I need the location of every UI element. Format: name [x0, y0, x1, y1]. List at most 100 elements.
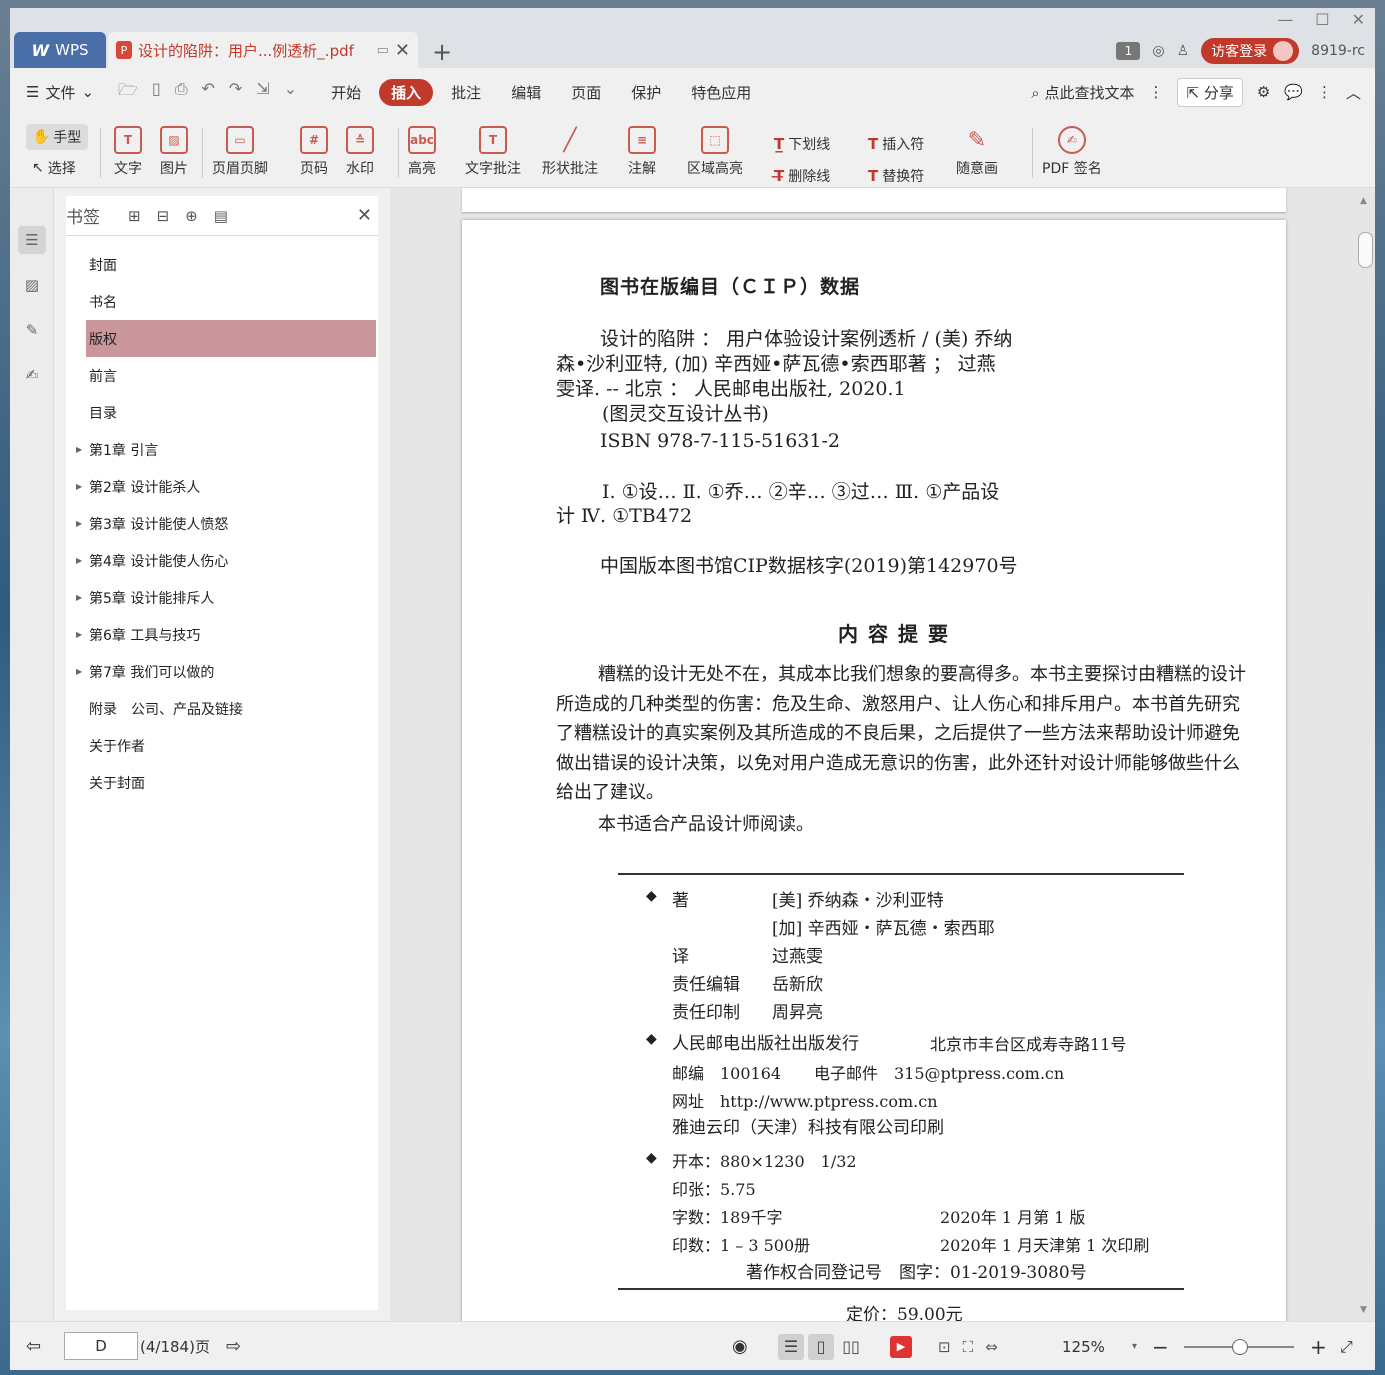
bookmark-item[interactable]: 书名 [66, 283, 378, 320]
expand-triangle-icon[interactable]: ▶ [76, 482, 82, 491]
scroll-down-icon[interactable]: ▼ [1360, 1305, 1367, 1315]
shape-annotation-button[interactable]: ╱ 形状批注 [542, 126, 598, 178]
insert-text-button[interactable]: T 文字 [114, 126, 142, 178]
bookmark-panel-icon[interactable]: ☰ [18, 226, 46, 254]
bookmark-item[interactable]: 目录 [66, 394, 378, 431]
header-footer-button[interactable]: ▭ 页眉页脚 [212, 126, 268, 178]
tab-page[interactable]: 页面 [559, 79, 613, 106]
fit-page-icon[interactable]: ⛶ [963, 1338, 974, 1356]
watermark-button[interactable]: ≙ 水印 [346, 126, 374, 178]
zoom-value[interactable]: 125% [1062, 1322, 1105, 1370]
next-page-icon[interactable]: ⇨ [226, 1322, 241, 1370]
bookmark-item[interactable]: 关于封面 [66, 764, 378, 801]
bookmark-item[interactable]: ▶ 第7章 我们可以做的 [66, 653, 378, 690]
redo-icon[interactable]: ↷ [229, 79, 242, 106]
area-highlight-button[interactable]: ⬚ 区域高亮 [687, 126, 743, 178]
zoom-out-icon[interactable]: − [1152, 1322, 1169, 1370]
scroll-up-icon[interactable]: ▲ [1360, 196, 1367, 206]
comment-icon[interactable]: 💬 [1284, 83, 1303, 101]
new-tab-button[interactable]: + [432, 38, 452, 66]
find-text-button[interactable]: ⌕ 点此查找文本 [1031, 82, 1134, 103]
window-mode-icon[interactable]: ▭ [377, 43, 389, 58]
highlight-button[interactable]: abc 高亮 [408, 126, 436, 178]
expand-triangle-icon[interactable]: ▶ [76, 593, 82, 602]
more-menu-icon[interactable]: ⋮ [1317, 83, 1332, 101]
document-viewport[interactable]: 图书在版编目（ＣＩＰ）数据 设计的陷阱 ： 用户体验设计案例透析 / (美) 乔… [390, 188, 1375, 1321]
close-window-icon[interactable]: ✕ [1352, 10, 1365, 29]
undo-icon[interactable]: ↶ [202, 79, 215, 106]
save-icon[interactable]: ▯ [152, 79, 161, 106]
export-icon[interactable]: ⇲ [256, 79, 269, 106]
close-panel-icon[interactable]: ✕ [357, 205, 372, 226]
tab-edit[interactable]: 编辑 [499, 79, 553, 106]
fullscreen-icon[interactable]: ⤢ [1340, 1322, 1353, 1370]
select-tool-button[interactable]: ↖ 选择 [32, 158, 76, 178]
tab-annotate[interactable]: 批注 [439, 79, 493, 106]
bookmark-options-icon[interactable]: ▤ [214, 207, 228, 225]
bookmark-item[interactable]: 前言 [66, 357, 378, 394]
add-bookmark-icon[interactable]: ⊕ [185, 207, 198, 225]
bookmark-item[interactable]: ▶ 第4章 设计能使人伤心 [66, 542, 378, 579]
tab-document[interactable]: P 设计的陷阱：用户...例透析_.pdf ▭ ✕ [108, 32, 418, 68]
underline-button[interactable]: T̲ 下划线 [774, 134, 830, 154]
window-count-badge[interactable]: 1 [1116, 42, 1141, 60]
insert-mark-button[interactable]: T 插入符 [868, 134, 924, 154]
bookmark-item[interactable]: ▶ 第1章 引言 [66, 431, 378, 468]
tab-start[interactable]: 开始 [319, 79, 373, 106]
share-button[interactable]: ⇱ 分享 [1177, 77, 1243, 107]
collapse-all-icon[interactable]: ⊟ [157, 207, 170, 225]
page-number-input[interactable]: D [64, 1332, 138, 1360]
zoom-slider-knob[interactable] [1232, 1339, 1248, 1355]
bookmark-item[interactable]: ▶ 第3章 设计能使人愤怒 [66, 505, 378, 542]
single-page-view-icon[interactable]: ▯ [808, 1333, 834, 1360]
shirt-icon[interactable]: ♙ [1177, 43, 1190, 59]
more-vertical-icon[interactable]: ⋮ [1148, 83, 1163, 101]
hand-tool-button[interactable]: ✋ 手型 [26, 124, 88, 150]
open-folder-icon[interactable]: 🗁 [118, 79, 138, 106]
maximize-icon[interactable]: ☐ [1315, 10, 1329, 29]
expand-triangle-icon[interactable]: ▶ [76, 519, 82, 528]
bookmark-item[interactable]: 版权 [86, 320, 376, 357]
more-chevron-icon[interactable]: ⌄ [284, 79, 297, 106]
actual-size-icon[interactable]: ⊡ [938, 1338, 951, 1356]
login-button[interactable]: 访客登录 [1201, 38, 1300, 64]
bookmark-item[interactable]: ▶ 第2章 设计能杀人 [66, 468, 378, 505]
close-tab-icon[interactable]: ✕ [395, 40, 410, 61]
bookmark-item[interactable]: ▶ 第5章 设计能排斥人 [66, 579, 378, 616]
text-annotation-button[interactable]: T 文字批注 [465, 126, 521, 178]
expand-triangle-icon[interactable]: ▶ [76, 630, 82, 639]
eye-protection-icon[interactable]: ◉ [732, 1322, 748, 1370]
note-button[interactable]: ≡ 注解 [628, 126, 656, 178]
insert-image-button[interactable]: ▨ 图片 [160, 126, 188, 178]
pdf-sign-button[interactable]: ✍ PDF 签名 [1042, 126, 1102, 178]
slideshow-button[interactable]: ▶ [890, 1322, 912, 1370]
settings-gear-icon[interactable]: ⚙ [1257, 83, 1270, 101]
expand-all-icon[interactable]: ⊞ [128, 207, 141, 225]
vertical-scrollbar[interactable]: ▲ ▼ [1355, 188, 1375, 1321]
continuous-view-icon[interactable]: ☰ [778, 1333, 804, 1360]
annotation-panel-icon[interactable]: ✎ [18, 316, 46, 344]
tab-protect[interactable]: 保护 [619, 79, 673, 106]
page-number-button[interactable]: # 页码 [300, 126, 328, 178]
fit-width-icon[interactable]: ⇔ [985, 1338, 998, 1356]
scrollbar-thumb[interactable] [1358, 232, 1373, 268]
bookmark-item[interactable]: 封面 [66, 246, 378, 283]
freehand-button[interactable]: ✎ 随意画 [956, 126, 998, 178]
minimize-icon[interactable]: — [1277, 10, 1293, 29]
tab-wps-home[interactable]: W WPS [14, 32, 106, 68]
tab-insert[interactable]: 插入 [379, 78, 434, 106]
file-menu[interactable]: ☰ 文件 ⌄ [26, 82, 94, 103]
skin-icon[interactable]: ◎ [1152, 43, 1164, 59]
print-icon[interactable]: ⎙ [175, 79, 188, 106]
bookmark-item[interactable]: 关于作者 [66, 727, 378, 764]
zoom-dropdown-icon[interactable]: ▾ [1132, 1322, 1137, 1370]
expand-triangle-icon[interactable]: ▶ [76, 445, 82, 454]
replace-mark-button[interactable]: T 替换符 [868, 166, 924, 186]
expand-triangle-icon[interactable]: ▶ [76, 667, 82, 676]
zoom-slider[interactable] [1184, 1339, 1294, 1355]
collapse-ribbon-icon[interactable]: ︿ [1346, 82, 1361, 103]
bookmark-item[interactable]: ▶ 第6章 工具与技巧 [66, 616, 378, 653]
tab-special[interactable]: 特色应用 [679, 79, 763, 106]
bookmark-item[interactable]: 附录 公司、产品及链接 [66, 690, 378, 727]
expand-triangle-icon[interactable]: ▶ [76, 556, 82, 565]
